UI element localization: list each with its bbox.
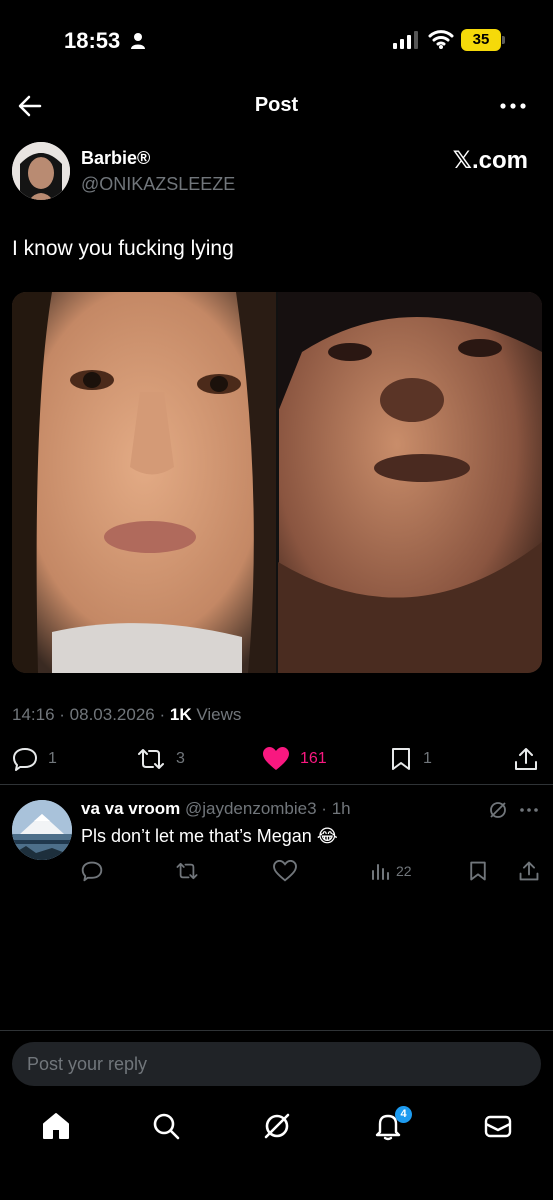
reply-button[interactable]: 1 [12, 742, 57, 776]
bookmark-count: 1 [423, 750, 432, 767]
reply-more-icon[interactable] [518, 800, 540, 820]
reply-author-name[interactable]: va va vroom [81, 799, 180, 818]
post-date: 08.03.2026 [69, 705, 155, 724]
repost-icon [138, 749, 164, 769]
divider [0, 784, 553, 785]
wifi-icon [428, 30, 454, 49]
post-time: 14:16 [12, 705, 55, 724]
signal-icon [393, 31, 418, 49]
battery-nub [502, 36, 505, 44]
composer-divider [0, 1030, 553, 1031]
reply-composer [12, 1042, 541, 1086]
heart-icon [273, 860, 297, 882]
person-icon [131, 33, 145, 49]
reply-icon [81, 861, 103, 882]
reply-author-handle[interactable]: @jaydenzombie3 [185, 799, 317, 818]
reply-header: va va vroom @jaydenzombie3 · 1h [81, 799, 351, 818]
share-button[interactable] [513, 742, 539, 776]
source-watermark: 𝕏.com [452, 147, 528, 174]
reply-count: 1 [48, 750, 57, 767]
post-meta: 14:16 · 08.03.2026 · 1K Views [12, 705, 242, 724]
post-media[interactable] [12, 292, 542, 673]
status-bar: 18:53 35 [0, 0, 553, 80]
bookmark-button[interactable]: 1 [389, 742, 432, 776]
reply-time: 1h [331, 799, 351, 818]
reply-reply-button[interactable] [81, 858, 103, 884]
repost-icon [176, 862, 198, 880]
views-label: Views [196, 705, 242, 724]
reply-views-count: 22 [396, 863, 412, 879]
analytics-icon [372, 864, 389, 880]
top-bar: Post [0, 80, 553, 130]
reply-repost-button[interactable] [175, 858, 199, 884]
post-text: I know you fucking lying [12, 237, 234, 260]
bottom-nav [0, 1100, 553, 1155]
status-time: 18:53 [64, 28, 121, 53]
home-icon[interactable] [40, 1110, 72, 1142]
reply-icon [13, 748, 37, 771]
share-icon [515, 748, 537, 770]
reply-avatar[interactable] [12, 800, 72, 860]
author-handle[interactable]: @ONIKAZSLEEZE [81, 174, 235, 195]
views-count: 1K [169, 705, 192, 724]
page-title: Post [254, 94, 299, 116]
messages-icon[interactable] [482, 1110, 514, 1142]
grok-icon[interactable] [488, 800, 508, 820]
search-icon[interactable] [150, 1110, 182, 1142]
reply-views-button[interactable]: 22 [370, 858, 412, 884]
reply-actions: 22 [0, 858, 553, 884]
reply-bookmark-button[interactable] [467, 858, 489, 884]
reply-share-button[interactable] [518, 858, 540, 884]
repost-count: 3 [176, 750, 185, 767]
bookmark-icon [470, 861, 486, 881]
repost-button[interactable]: 3 [136, 742, 185, 776]
reply-input[interactable] [12, 1042, 541, 1086]
like-count: 161 [300, 750, 327, 767]
notifications-badge: 4 [395, 1106, 412, 1123]
more-options-icon[interactable] [498, 94, 528, 118]
grok-nav-icon[interactable] [261, 1110, 293, 1142]
like-button[interactable]: 161 [262, 742, 327, 776]
author-avatar[interactable] [12, 142, 70, 200]
heart-filled-icon [263, 747, 289, 770]
share-icon [519, 861, 539, 881]
author-name[interactable]: Barbie® [81, 148, 150, 169]
reply-text: Pls don’t let me that’s Megan 😂 [81, 826, 338, 846]
reply-like-button[interactable] [273, 858, 297, 884]
battery-indicator: 35 [461, 29, 501, 51]
post-actions: 1 3 161 1 [0, 742, 553, 776]
bookmark-icon [392, 748, 410, 770]
